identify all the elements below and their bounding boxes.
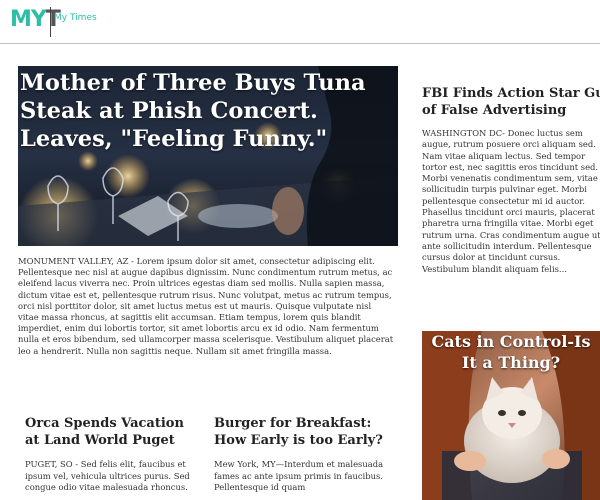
side-article-title[interactable]: FBI Finds Action Star Guilty of False Ad… [422,85,600,119]
side-title-line2: of False Advertising [422,103,567,118]
site-header: MYT My Times [0,0,600,44]
cats-card[interactable]: Cats in Control-Is It a Thing? [422,331,600,500]
cats-headline[interactable]: Cats in Control-Is It a Thing? [422,331,600,373]
logo-mark-my: MY [10,7,47,32]
article-title-orca[interactable]: Orca Spends Vacation at Land World Puget [25,415,197,449]
hero-article-body: MONUMENT VALLEY, AZ - Lorem ipsum dolor … [18,256,394,356]
hero-headline[interactable]: Mother of Three Buys Tuna Steak at Phish… [20,69,394,153]
article-title-burger[interactable]: Burger for Breakfast: How Early is too E… [214,415,394,449]
side-title-line1: FBI Finds Action Star Guilty [422,86,600,101]
logo-divider [50,7,51,37]
side-article-body: WASHINGTON DC- Donec luctus sem augue, r… [422,128,600,274]
site-name[interactable]: My Times [54,13,97,23]
hero-image-card[interactable]: Mother of Three Buys Tuna Steak at Phish… [18,66,398,246]
article-body-orca: PUGET, SO - Sed felis elit, faucibus et … [25,459,190,492]
site-logo[interactable]: MYT [10,6,61,34]
article-body-burger: Mew York, MY—Interdum et malesuada fames… [214,459,384,492]
